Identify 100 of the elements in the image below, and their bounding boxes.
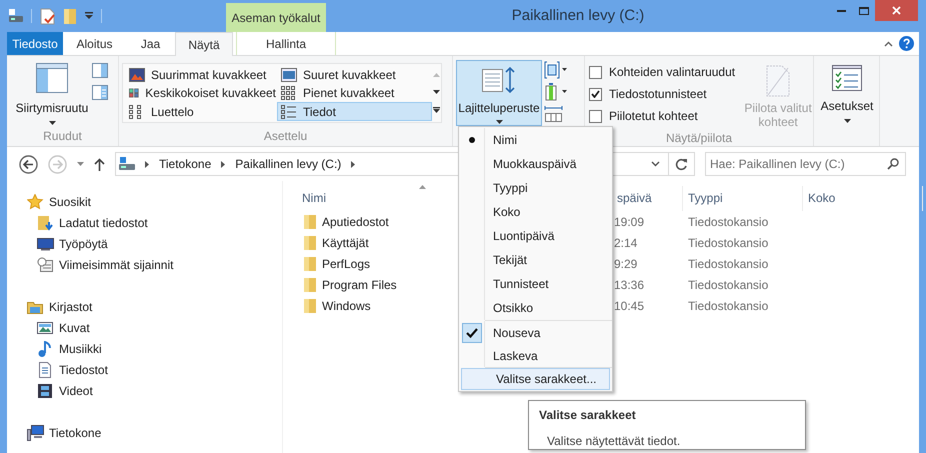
group-label: Ruudut — [43, 128, 82, 145]
file-name[interactable]: Käyttäjät — [322, 234, 369, 252]
file-name[interactable]: Program Files — [322, 276, 397, 294]
file-type: Tiedostokansio — [688, 278, 768, 292]
group-by-icon[interactable] — [544, 61, 568, 79]
chevron-right-icon[interactable] — [351, 160, 356, 168]
back-icon[interactable] — [19, 154, 38, 174]
computer-icon — [27, 424, 44, 440]
ribbon-tab[interactable]: Hallinta — [236, 32, 336, 55]
layout-option[interactable]: Keskikokoiset kuvakkeet — [125, 84, 277, 103]
sort-by-button[interactable]: Lajitteluperuste — [456, 60, 542, 126]
image-icon — [129, 68, 145, 82]
dropdown-chevron-icon[interactable] — [651, 161, 660, 167]
fit-columns-icon[interactable] — [544, 105, 564, 123]
navigation-item[interactable]: Tiedostot — [7, 359, 282, 380]
checkbox[interactable] — [589, 110, 602, 122]
navigation-item[interactable]: Viimeisimmät sijainnit — [7, 254, 282, 275]
column-header[interactable]: Koko — [803, 186, 923, 211]
drive-icon — [119, 157, 135, 171]
group-label: Asettelu — [264, 128, 308, 145]
dropdown-caret-icon[interactable] — [85, 12, 93, 20]
chevron-right-icon[interactable] — [221, 160, 226, 168]
menu-item[interactable]: Nimi — [459, 128, 612, 152]
navigation-item[interactable]: Kirjastot — [7, 296, 282, 317]
check-icon — [591, 90, 600, 98]
folder-icon — [303, 256, 317, 271]
menu-item[interactable]: Nouseva — [459, 321, 612, 344]
navigation-item[interactable]: Videot — [7, 380, 282, 401]
navigation-item[interactable]: Kuvat — [7, 317, 282, 338]
modified-time: 9:29 — [614, 256, 638, 270]
collapse-ribbon-icon[interactable] — [884, 40, 893, 46]
folder-icon — [303, 214, 317, 229]
column-header[interactable]: Tyyppi — [683, 186, 803, 211]
ribbon-tab[interactable]: Jaa — [126, 32, 175, 55]
bullet-icon — [468, 137, 474, 143]
checkbox[interactable] — [589, 88, 602, 100]
layout-option[interactable]: Suuret kuvakkeet — [277, 65, 432, 84]
ribbon-tab[interactable]: Tiedosto — [7, 32, 63, 55]
checkbox-label[interactable]: Piilotetut kohteet — [609, 107, 698, 125]
add-columns-icon[interactable] — [544, 83, 568, 101]
file-type: Tiedostokansio — [688, 256, 768, 270]
layout-option[interactable]: Tiedot — [277, 102, 432, 122]
navigation-item[interactable]: Tietokone — [7, 422, 282, 443]
navigation-item[interactable]: Suosikit — [7, 191, 282, 212]
navigation-item[interactable]: Työpöytä — [7, 233, 282, 254]
checkbox-label[interactable]: Kohteiden valintaruudut — [609, 63, 736, 81]
file-name[interactable]: Windows — [322, 296, 371, 314]
pane-layout-icon — [36, 63, 68, 93]
caret-icon — [496, 120, 502, 124]
menu-item[interactable]: Laskeva — [459, 344, 612, 367]
menu-item[interactable]: Otsikko — [459, 296, 612, 320]
up-arrow-icon[interactable] — [94, 158, 105, 170]
monitor-icon — [37, 236, 54, 252]
star-icon — [27, 194, 44, 210]
tiles-icon — [129, 86, 140, 100]
preview-pane-icon[interactable] — [92, 63, 108, 78]
context-tab-group-label: Aseman työkalut — [226, 3, 326, 32]
file-name[interactable]: PerfLogs — [322, 254, 370, 272]
document-check-icon[interactable] — [40, 8, 55, 24]
layout-option[interactable]: Pienet kuvakkeet — [277, 84, 432, 103]
navigation-item[interactable]: Musiikki — [7, 338, 282, 359]
minimize-icon — [836, 9, 846, 12]
checkbox[interactable] — [589, 66, 602, 78]
checkbox-label[interactable]: Tiedostotunnisteet — [609, 85, 707, 103]
tooltip-title: Valitse sarakkeet — [539, 407, 637, 424]
chevron-right-icon[interactable] — [145, 160, 149, 168]
checklist-icon — [832, 65, 862, 91]
caret-icon — [844, 119, 850, 123]
menu-item[interactable]: Luontipäivä — [459, 224, 612, 248]
breadcrumb-item[interactable]: Paikallinen levy (C:) — [235, 155, 342, 173]
file-type: Tiedostokansio — [688, 298, 768, 312]
ribbon-tab[interactable]: Aloitus — [63, 32, 126, 55]
layout-option[interactable]: Luettelo — [125, 102, 277, 122]
details-pane-icon[interactable] — [92, 85, 108, 100]
navigation-pane-button[interactable]: Siirtymisruutu — [13, 59, 91, 127]
file-name[interactable]: Aputiedostot — [322, 212, 389, 230]
film-icon — [37, 382, 54, 398]
recent-locations-caret-icon[interactable] — [77, 162, 84, 166]
folder-icon — [303, 277, 317, 292]
options-button[interactable]: Asetukset — [817, 59, 877, 127]
help-icon[interactable] — [899, 36, 914, 51]
close-button[interactable] — [875, 0, 918, 21]
file-type: Tiedostokansio — [688, 214, 768, 228]
menu-item[interactable]: Valitse sarakkeet... — [461, 368, 610, 390]
picture-icon — [37, 320, 54, 336]
modified-time: 10:45 — [614, 298, 644, 312]
refresh-icon[interactable] — [675, 158, 688, 170]
search-field[interactable]: Hae: Paikallinen levy (C:) — [705, 152, 906, 176]
ribbon-tab[interactable]: Näytä — [175, 32, 233, 56]
breadcrumb-item[interactable]: Tietokone — [159, 155, 212, 173]
layout-option[interactable]: Suurimmat kuvakkeet — [125, 65, 277, 84]
maximize-icon — [858, 6, 868, 14]
close-icon — [892, 6, 901, 15]
expand-gallery-icon[interactable] — [433, 107, 440, 114]
menu-item[interactable]: Tekijät — [459, 248, 612, 272]
window-title: Paikallinen levy (C:) — [510, 6, 646, 26]
menu-item[interactable]: Tunnisteet — [459, 272, 612, 296]
menu-item[interactable]: Muokkauspäivä — [459, 152, 612, 176]
scroll-down-icon[interactable] — [433, 90, 440, 94]
navigation-item[interactable]: Ladatut tiedostot — [7, 212, 282, 233]
